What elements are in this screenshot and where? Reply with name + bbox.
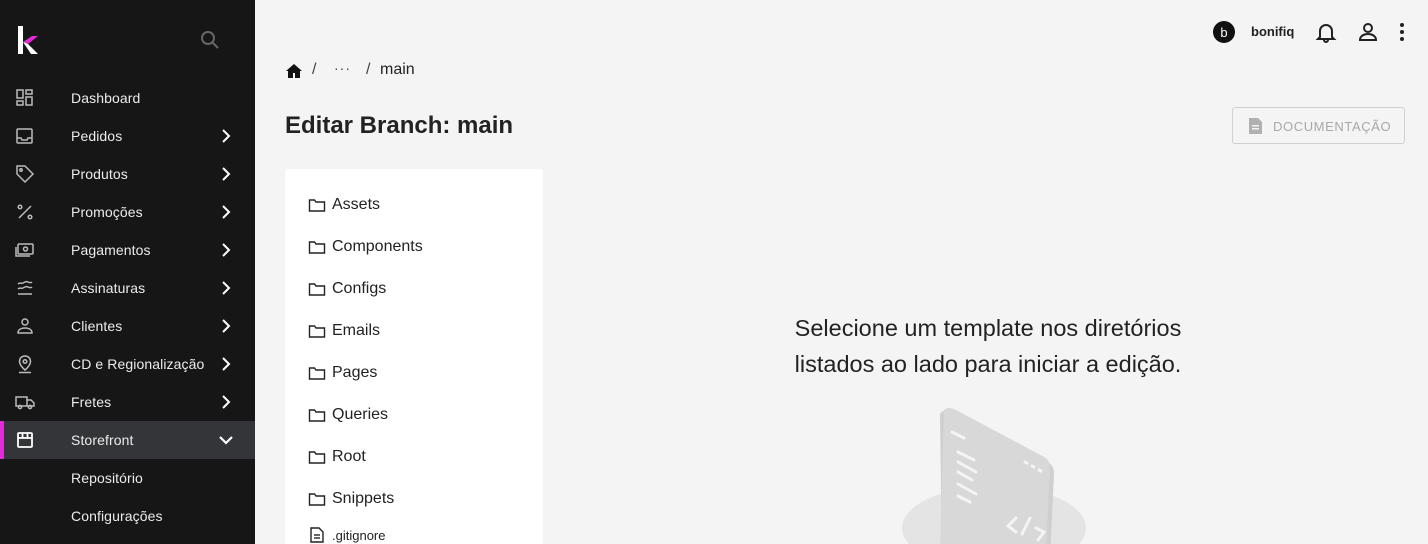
tree-item-label: Configs xyxy=(332,280,387,297)
tree-folder-configs[interactable]: Configs xyxy=(308,276,386,302)
username[interactable]: bonifiq xyxy=(1251,24,1294,39)
tree-folder-emails[interactable]: Emails xyxy=(308,318,380,344)
truck-icon xyxy=(15,396,35,410)
tree-folder-pages[interactable]: Pages xyxy=(308,360,377,386)
folder-icon xyxy=(308,493,326,506)
tree-folder-queries[interactable]: Queries xyxy=(308,402,388,428)
file-icon xyxy=(310,527,324,543)
store-icon xyxy=(17,432,33,448)
sidebar-item-label: Assinaturas xyxy=(71,280,146,296)
sidebar-nav: Dashboard Pedidos Produtos Promoções Pag… xyxy=(0,79,255,535)
documentation-button-label: DOCUMENTAÇÃO xyxy=(1273,119,1392,134)
location-icon xyxy=(18,355,32,374)
sidebar-item-cd-regionalizacao[interactable]: CD e Regionalização xyxy=(0,345,255,383)
chevron-right-icon xyxy=(222,357,231,371)
tree-item-label: Assets xyxy=(332,196,381,213)
tree-folder-components[interactable]: Components xyxy=(308,234,423,260)
folder-icon xyxy=(308,283,326,296)
sidebar-subitem-label: Repositório xyxy=(71,470,143,486)
sidebar-item-label: Fretes xyxy=(71,394,112,410)
more-vertical-icon[interactable] xyxy=(1391,21,1413,43)
tree-file-gitignore[interactable]: .gitignore xyxy=(308,522,385,544)
sidebar-item-storefront[interactable]: Storefront xyxy=(0,421,255,459)
sidebar-item-assinaturas[interactable]: Assinaturas xyxy=(0,269,255,307)
search-icon[interactable] xyxy=(198,28,222,52)
sidebar-item-label: Clientes xyxy=(71,318,123,334)
money-icon xyxy=(15,243,34,257)
folder-icon xyxy=(308,409,326,422)
folder-icon xyxy=(308,367,326,380)
chevron-right-icon xyxy=(222,281,231,295)
waves-icon xyxy=(17,280,33,295)
person-icon xyxy=(17,318,33,334)
sidebar-item-label: Produtos xyxy=(71,166,128,182)
file-tree-panel: Assets Components Configs Emails Pages Q… xyxy=(285,169,543,544)
chevron-right-icon xyxy=(222,129,231,143)
folder-icon xyxy=(308,199,326,212)
chevron-right-icon xyxy=(222,205,231,219)
folder-icon xyxy=(308,325,326,338)
tree-item-label: .gitignore xyxy=(332,527,386,543)
tree-item-label: Snippets xyxy=(332,490,395,507)
avatar[interactable]: b xyxy=(1213,21,1235,43)
tree-item-label: Components xyxy=(332,238,423,255)
breadcrumb-separator: / xyxy=(366,61,371,78)
breadcrumb-separator: / xyxy=(312,61,317,78)
sidebar-item-label: Pagamentos xyxy=(71,242,151,258)
sidebar-item-pedidos[interactable]: Pedidos xyxy=(0,117,255,155)
sidebar-item-pagamentos[interactable]: Pagamentos xyxy=(0,231,255,269)
chevron-right-icon xyxy=(222,319,231,333)
percent-icon xyxy=(17,204,33,220)
bell-icon[interactable] xyxy=(1315,21,1337,43)
empty-state-line-1: Selecione um template nos diretórios xyxy=(794,315,1182,341)
breadcrumb-ellipsis[interactable]: ··· xyxy=(334,60,351,76)
tree-item-label: Emails xyxy=(332,322,381,339)
sidebar-item-label: Pedidos xyxy=(71,128,123,144)
sidebar-subitem-configuracoes[interactable]: Configurações xyxy=(0,497,255,535)
tree-item-label: Queries xyxy=(332,406,389,423)
tag-icon xyxy=(16,165,35,184)
tree-folder-assets[interactable]: Assets xyxy=(308,192,380,218)
chevron-down-icon xyxy=(219,436,233,445)
sidebar-item-dashboard[interactable]: Dashboard xyxy=(0,79,255,117)
sidebar-item-label: Storefront xyxy=(71,432,134,448)
inbox-icon xyxy=(16,128,33,144)
sidebar-item-label: Dashboard xyxy=(71,90,141,106)
empty-state-line-2: listados ao lado para iniciar a edição. xyxy=(794,351,1182,377)
chevron-right-icon xyxy=(222,395,231,409)
home-icon[interactable] xyxy=(285,62,303,80)
k-logo-icon[interactable] xyxy=(16,24,40,56)
code-editor-illustration xyxy=(902,408,1086,544)
sidebar: Dashboard Pedidos Produtos Promoções Pag… xyxy=(0,0,255,544)
folder-icon xyxy=(308,451,326,464)
tree-folder-root[interactable]: Root xyxy=(308,444,366,470)
tree-item-label: Root xyxy=(332,448,366,465)
breadcrumb-current: main xyxy=(380,61,415,78)
sidebar-item-clientes[interactable]: Clientes xyxy=(0,307,255,345)
sidebar-item-produtos[interactable]: Produtos xyxy=(0,155,255,193)
document-icon xyxy=(1249,118,1262,134)
sidebar-subitem-repositorio[interactable]: Repositório xyxy=(0,459,255,497)
chevron-right-icon xyxy=(222,243,231,257)
chevron-right-icon xyxy=(222,167,231,181)
account-icon[interactable] xyxy=(1357,21,1379,43)
sidebar-item-label: Promoções xyxy=(71,204,143,220)
tree-folder-snippets[interactable]: Snippets xyxy=(308,486,394,512)
sidebar-item-label: CD e Regionalização xyxy=(71,356,205,372)
sidebar-subitem-label: Configurações xyxy=(71,508,163,524)
sidebar-item-fretes[interactable]: Fretes xyxy=(0,383,255,421)
tree-item-label: Pages xyxy=(332,364,378,381)
empty-state-message: Selecione um template nos diretórios lis… xyxy=(758,310,1218,382)
sidebar-item-promocoes[interactable]: Promoções xyxy=(0,193,255,231)
folder-icon xyxy=(308,241,326,254)
documentation-button[interactable]: DOCUMENTAÇÃO xyxy=(1232,107,1405,144)
page-title: Editar Branch: main xyxy=(285,112,514,139)
dashboard-icon xyxy=(16,89,33,106)
